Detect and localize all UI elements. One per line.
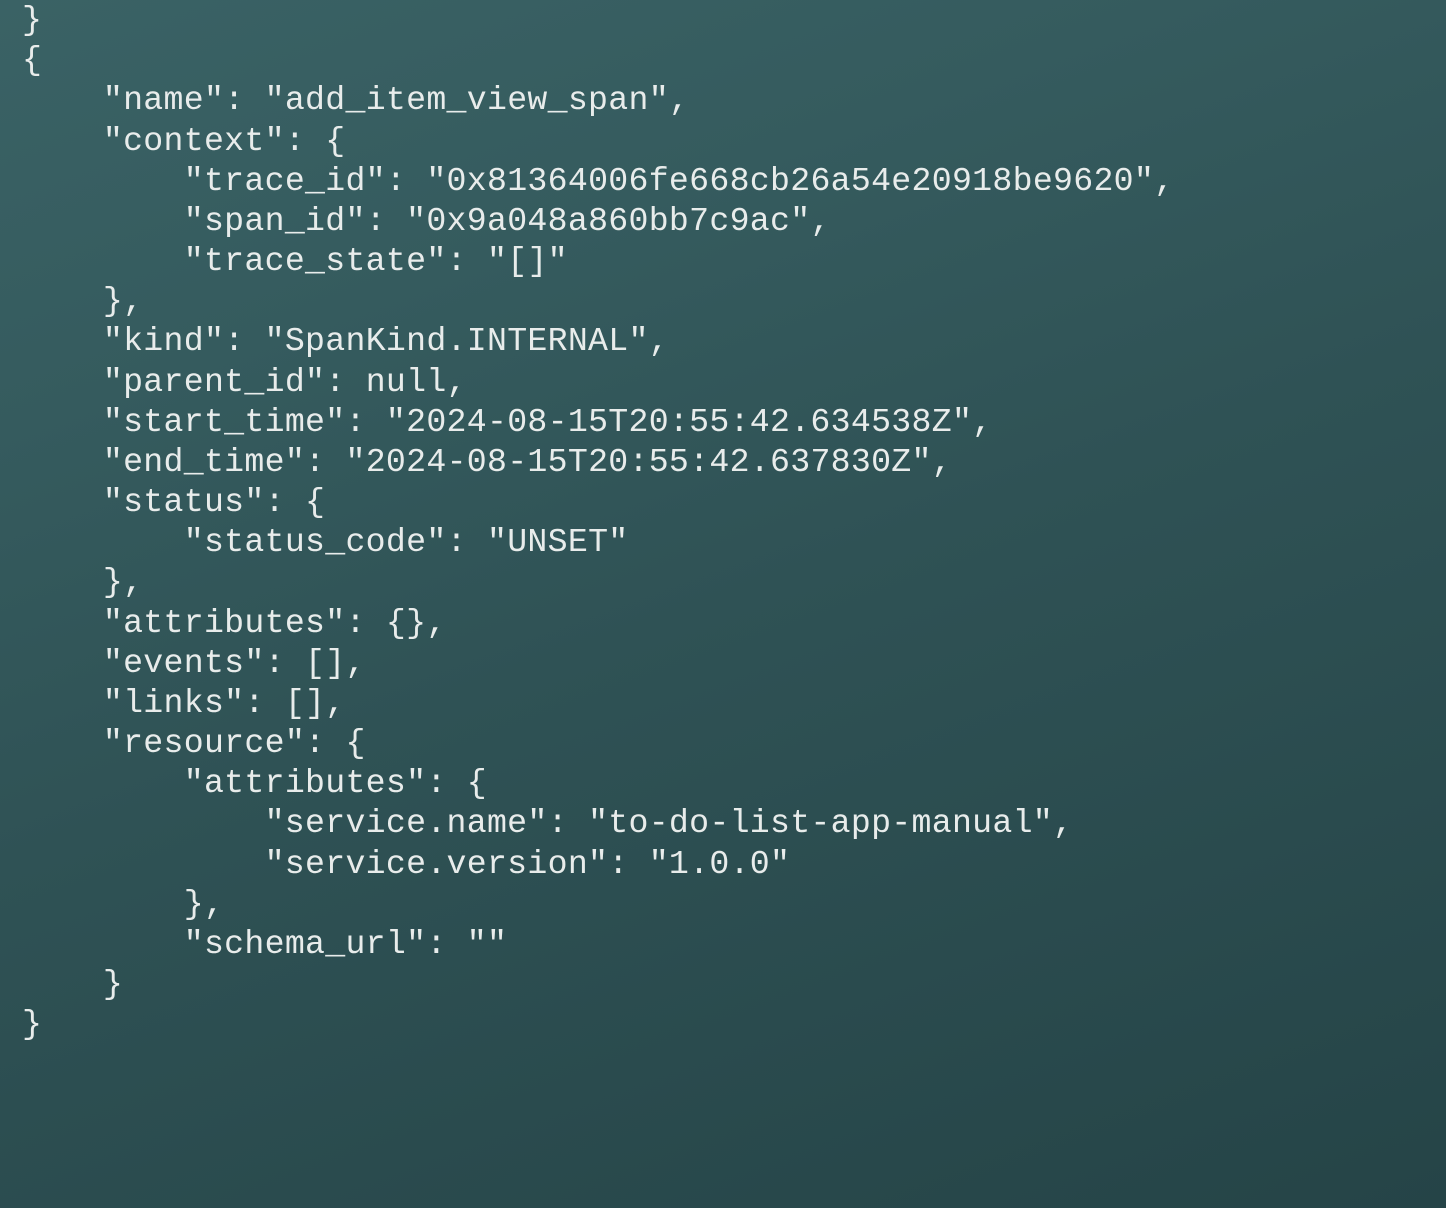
- kind-key: "kind": [103, 322, 224, 360]
- events-val: []: [305, 644, 345, 682]
- kind-val: "SpanKind.INTERNAL": [265, 322, 649, 360]
- resource-attributes-key: "attributes": [184, 764, 427, 802]
- links-val: []: [285, 684, 325, 722]
- trace-id-key: "trace_id": [184, 162, 386, 200]
- status-code-val: "UNSET": [487, 523, 629, 561]
- status-key: "status": [103, 483, 265, 521]
- prev-obj-close: }: [22, 1, 42, 39]
- resource-key: "resource": [103, 724, 305, 762]
- schema-url-key: "schema_url": [184, 925, 427, 963]
- service-version-key: "service.version": [265, 845, 609, 883]
- attributes-key: "attributes": [103, 604, 346, 642]
- code-output: } { "name": "add_item_view_span", "conte…: [0, 0, 1446, 1044]
- schema-url-val: "": [467, 925, 507, 963]
- attributes-val: {}: [386, 604, 426, 642]
- end-time-val: "2024-08-15T20:55:42.637830Z": [345, 443, 931, 481]
- trace-state-key: "trace_state": [184, 242, 447, 280]
- name-key: "name": [103, 81, 224, 119]
- start-time-val: "2024-08-15T20:55:42.634538Z": [386, 403, 972, 441]
- parent-id-key: "parent_id": [103, 363, 325, 401]
- status-code-key: "status_code": [184, 523, 447, 561]
- context-key: "context": [103, 122, 285, 160]
- name-val: "add_item_view_span": [265, 81, 669, 119]
- service-version-val: "1.0.0": [649, 845, 791, 883]
- service-name-key: "service.name": [265, 804, 548, 842]
- events-key: "events": [103, 644, 265, 682]
- trace-state-val: "[]": [487, 242, 568, 280]
- trace-id-val: "0x81364006fe668cb26a54e20918be9620": [426, 162, 1154, 200]
- parent-id-val: null: [366, 363, 447, 401]
- span-id-val: "0x9a048a860bb7c9ac": [406, 202, 810, 240]
- service-name-val: "to-do-list-app-manual": [588, 804, 1053, 842]
- span-id-key: "span_id": [184, 202, 366, 240]
- end-time-key: "end_time": [103, 443, 305, 481]
- start-time-key: "start_time": [103, 403, 346, 441]
- links-key: "links": [103, 684, 245, 722]
